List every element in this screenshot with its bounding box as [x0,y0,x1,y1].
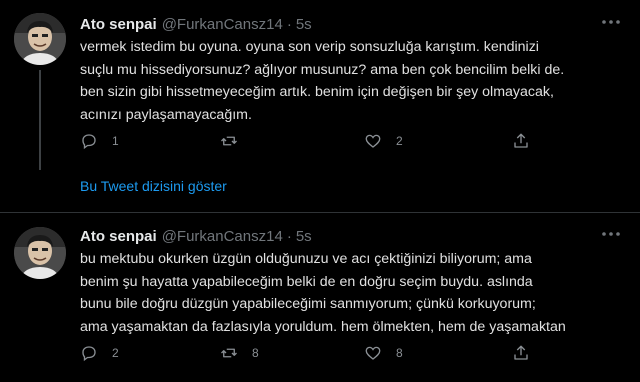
like-button[interactable]: 2 [364,131,403,151]
avatar[interactable] [14,227,66,279]
tweet-text-line: ben sizin gibi hissetmeyeceğim artık. be… [80,84,554,100]
show-thread-link[interactable]: Bu Tweet dizisini göster [80,178,227,194]
tweet-text-line: bu mektubu okurken üzgün olduğunuzu ve a… [80,251,532,267]
tweet-text-line: vermek istedim bu oyuna. oyuna son verip… [80,39,539,55]
tweet[interactable]: Ato senpai @FurkanCansz14 · 5s vermek is… [0,0,640,212]
reply-button[interactable]: 1 [80,131,119,151]
share-button[interactable] [512,343,530,363]
display-name[interactable]: Ato senpai [80,228,157,245]
reply-button[interactable]: 2 [80,343,119,363]
tweet-time[interactable]: 5s [296,16,312,33]
tweet[interactable]: Ato senpai @FurkanCansz14 · 5s bu mektub… [0,213,640,382]
reply-icon [82,134,96,150]
tweet-text-line: benim şu hayatta yapabileceğim belki de … [80,273,533,290]
retweet-icon [221,136,237,146]
tweet-actions: 1 2 [80,131,540,151]
tweet-time[interactable]: 5s [296,228,312,245]
separator-dot: · [286,228,292,245]
user-handle[interactable]: @FurkanCansz14 [162,228,283,245]
display-name[interactable]: Ato senpai [80,16,157,33]
reply-icon [82,346,96,362]
more-horizontal-icon[interactable] [600,226,622,244]
tweet-text-line: bunu bile doğru düzgün yapabileceğimi sa… [80,296,536,312]
tweet-header: Ato senpai @FurkanCansz14 · 5s [80,16,312,34]
heart-icon [365,134,381,148]
separator-dot: · [286,16,292,33]
reply-count: 1 [112,134,119,148]
more-horizontal-icon[interactable] [600,14,622,32]
tweet-text-line: suçlu mu hissediyorsunuz? ağlıyor musunu… [80,61,565,78]
tweet-text-line: acınızı paylaşamayacağım. [80,106,252,123]
like-button[interactable]: 8 [364,343,403,363]
tweet-feed: Ato senpai @FurkanCansz14 · 5s vermek is… [0,0,640,382]
retweet-button[interactable]: 8 [220,343,259,363]
reply-count: 2 [112,346,119,360]
tweet-text: bu mektubu okurken üzgün olduğunuzu ve a… [80,248,630,338]
thread-line [39,70,41,170]
avatar[interactable] [14,13,66,65]
retweet-icon [221,348,237,358]
tweet-text-line: ama yaşamaktan da fazlasıyla yoruldum. h… [80,318,566,335]
share-button[interactable] [512,131,530,151]
user-handle[interactable]: @FurkanCansz14 [162,16,283,33]
tweet-header: Ato senpai @FurkanCansz14 · 5s [80,228,312,246]
share-icon [514,133,528,148]
retweet-button[interactable] [220,131,252,151]
tweet-text: vermek istedim bu oyuna. oyuna son verip… [80,36,630,126]
heart-icon [365,346,381,360]
share-icon [514,345,528,360]
like-count: 2 [396,134,403,148]
tweet-actions: 2 8 8 [80,343,540,363]
like-count: 8 [396,346,403,360]
retweet-count: 8 [252,346,259,360]
